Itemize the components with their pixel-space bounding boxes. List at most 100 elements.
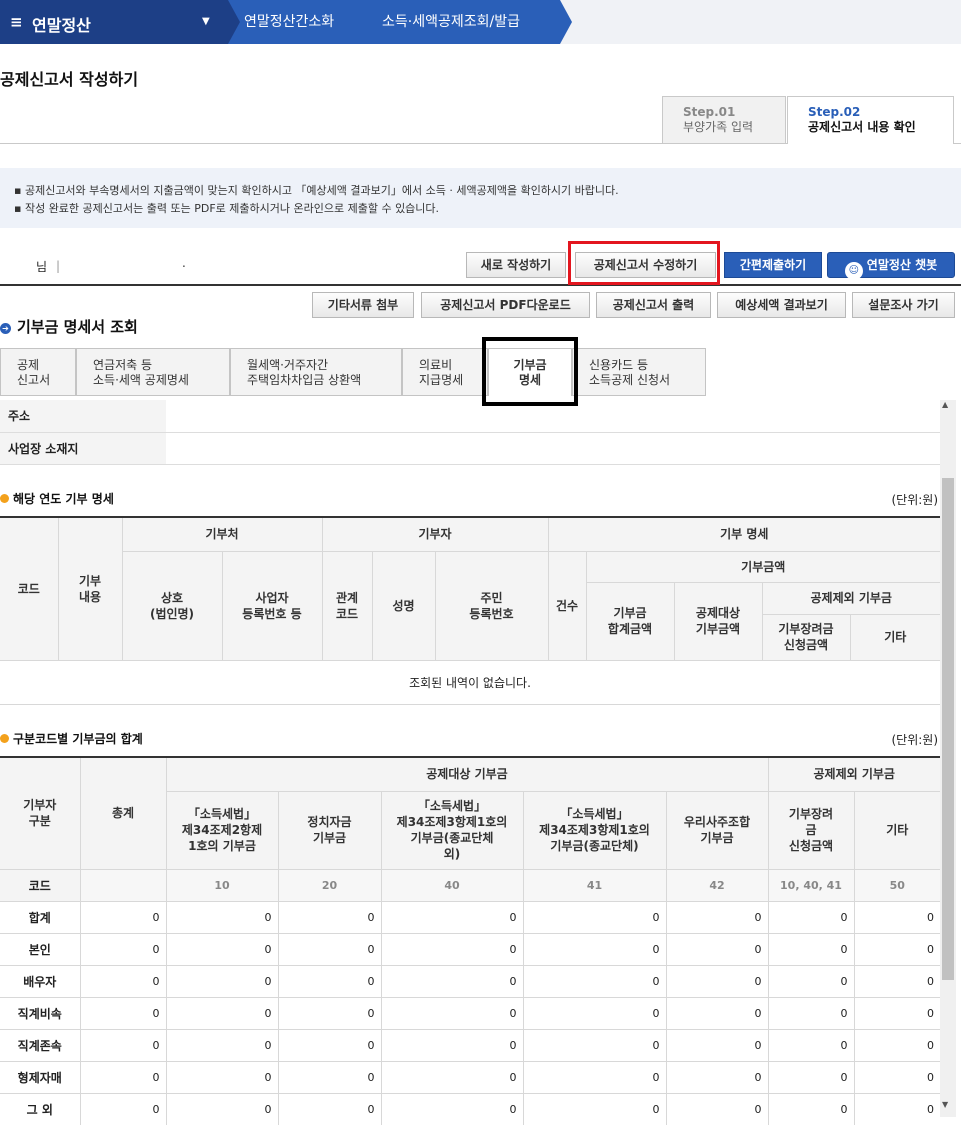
value-cell: 0	[277, 900, 382, 934]
value-cell: 0	[380, 1028, 524, 1062]
scroll-down-icon[interactable]: ▼	[942, 1100, 948, 1109]
value-cell: 0	[853, 900, 940, 934]
code-cell: 10, 40, 41	[767, 868, 855, 902]
col-person: 성명	[371, 550, 436, 661]
value-cell: 0	[767, 1060, 855, 1094]
value-cell: 0	[853, 1092, 940, 1125]
value-cell: 0	[380, 1060, 524, 1094]
tab-form[interactable]: 공제 신고서	[0, 348, 76, 396]
tab-pension[interactable]: 연금저축 등 소득·세액 공제명세	[76, 348, 230, 396]
breadcrumb-arrow	[368, 0, 380, 44]
print-button[interactable]: 공제신고서 출력	[596, 292, 711, 318]
step-tab-1[interactable]: Step.01 부양가족 입력	[662, 96, 786, 144]
step-label: 부양가족 입력	[683, 120, 754, 134]
simple-submit-button[interactable]: 간편제출하기	[724, 252, 822, 278]
top-nav: ≡ 연말정산 ▼ 연말정산간소화 소득·세액공제조회/발급	[0, 0, 961, 44]
value-cell: 0	[665, 1060, 769, 1094]
col-total: 기부금 합계금액	[586, 581, 675, 661]
tab-medical[interactable]: 의료비 지급명세	[402, 348, 488, 396]
site-address-label: 사업장 소재지	[0, 432, 166, 465]
col-excluded: 공제제외 기부금	[761, 581, 940, 615]
highlight-box	[482, 337, 578, 406]
nav-menu-button[interactable]: ≡ 연말정산 ▼	[0, 0, 228, 44]
col-deductible-group: 공제대상 기부금	[165, 756, 769, 792]
unit-label: (단위:원)	[891, 493, 938, 507]
value-cell: 0	[665, 932, 769, 966]
tab-rent[interactable]: 월세액·거주자간 주택임차차입금 상환액	[230, 348, 402, 396]
col-donor: 기부자	[321, 516, 549, 552]
address-table: 주소 사업장 소재지	[0, 400, 940, 465]
col-deductible: 공제대상 기부금액	[673, 581, 763, 661]
attach-docs-button[interactable]: 기타서류 첨부	[312, 292, 414, 318]
value-cell: 0	[277, 964, 382, 998]
menu-icon[interactable]: ≡	[10, 13, 23, 31]
step-tab-2[interactable]: Step.02 공제신고서 내용 확인	[787, 96, 954, 144]
col-type: 기부자 구분	[0, 756, 81, 870]
value-cell: 0	[767, 932, 855, 966]
content-area[interactable]: 주소 사업장 소재지 해당 연도 기부 명세 (단위:원) 코드 기부 내용 기…	[0, 400, 940, 1125]
value-cell: 0	[522, 1028, 667, 1062]
breadcrumb-item-inquiry[interactable]: 소득·세액공제조회/발급	[368, 0, 560, 44]
row-label: 그 외	[0, 1092, 81, 1125]
value-cell: 0	[665, 1028, 769, 1062]
value-cell: 0	[79, 996, 167, 1030]
value-cell: 0	[380, 932, 524, 966]
code-cell: 40	[380, 868, 524, 902]
row-label: 배우자	[0, 964, 81, 998]
col-name: 상호 (법인명)	[122, 550, 223, 661]
value-cell: 0	[853, 964, 940, 998]
row-label: 직계비속	[0, 996, 81, 1030]
estimate-result-button[interactable]: 예상세액 결과보기	[717, 292, 846, 318]
user-name-suffix: 님	[36, 260, 48, 274]
value-cell: 0	[380, 996, 524, 1030]
unit-label: (단위:원)	[891, 733, 938, 747]
value-cell: 0	[165, 1060, 279, 1094]
value-cell: 0	[853, 932, 940, 966]
col-donee: 기부처	[121, 516, 323, 552]
divider	[954, 143, 961, 144]
nav-title: 연말정산	[32, 16, 91, 35]
chatbot-button[interactable]: ☺ 연말정산 챗봇	[827, 252, 955, 280]
value-cell: 0	[522, 900, 667, 934]
value-cell: 0	[79, 900, 167, 934]
value-cell: 0	[522, 964, 667, 998]
value-cell: 0	[277, 1092, 382, 1125]
step-number: Step.02	[808, 105, 861, 119]
breadcrumb-item-simplified[interactable]: 연말정산간소화	[228, 0, 368, 44]
table-row: 직계존속 0 0 0 0 0 0 0 0	[0, 1028, 940, 1062]
code-cell: 10	[165, 868, 279, 902]
col-amount: 기부금액	[585, 550, 940, 583]
col-biz-no: 사업자 등록번호 등	[221, 550, 323, 661]
col-donation: 기부 명세	[547, 516, 940, 552]
caret-down-icon[interactable]: ▼	[202, 16, 210, 27]
value-cell: 0	[767, 900, 855, 934]
notice-line: ▪ 공제신고서와 부속명세서의 지출금액이 맞는지 확인하시고 「예상세액 결과…	[14, 184, 619, 197]
value-cell: 0	[522, 932, 667, 966]
value-cell: 0	[277, 996, 382, 1030]
notice-box: ▪ 공제신고서와 부속명세서의 지출금액이 맞는지 확인하시고 「예상세액 결과…	[0, 168, 961, 228]
code-cell: 50	[853, 868, 940, 902]
value-cell: 0	[853, 996, 940, 1030]
value-cell: 0	[79, 1028, 167, 1062]
scroll-up-icon[interactable]: ▲	[942, 400, 948, 409]
value-cell: 0	[165, 1092, 279, 1125]
new-write-button[interactable]: 새로 작성하기	[466, 252, 566, 278]
pdf-download-button[interactable]: 공제신고서 PDF다운로드	[421, 292, 590, 318]
value-cell: 0	[165, 900, 279, 934]
chatbot-icon: ☺	[844, 262, 863, 280]
value-cell: 0	[665, 1092, 769, 1125]
value-cell: 0	[522, 1060, 667, 1094]
scrollbar-thumb[interactable]	[942, 478, 954, 980]
table-row: 그 외00000000	[0, 1092, 940, 1125]
tab-credit-card[interactable]: 신용카드 등 소득공제 신청서	[572, 348, 706, 396]
highlight-box	[568, 241, 720, 285]
table-row: 본인 0 0 0 0 0 0 0 0	[0, 932, 940, 966]
value-cell: 0	[79, 1060, 167, 1094]
value-cell: 0	[522, 1092, 667, 1125]
page-title: 공제신고서 작성하기	[0, 70, 139, 89]
col-c2: 정치자금 기부금	[277, 790, 382, 870]
value-cell: 0	[665, 900, 769, 934]
col-c4: 「소득세법」 제34조제3항제1호의 기부금(종교단체)	[522, 790, 667, 870]
survey-button[interactable]: 설문조사 가기	[852, 292, 955, 318]
value-cell: 0	[79, 964, 167, 998]
